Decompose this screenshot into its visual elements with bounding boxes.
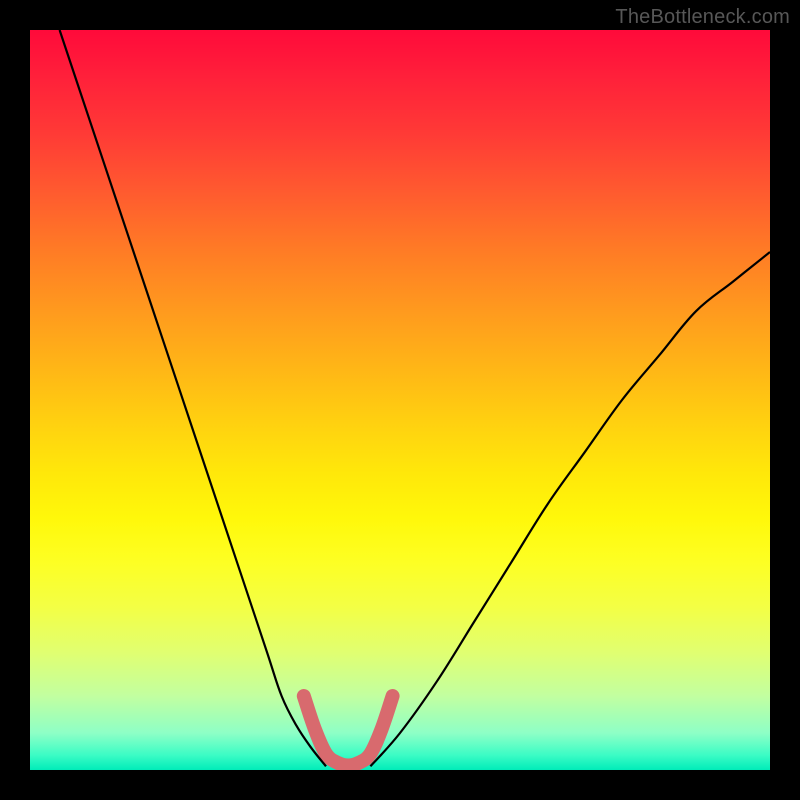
chart-stage: TheBottleneck.com — [0, 0, 800, 800]
curve-layer — [30, 30, 770, 770]
watermark-text: TheBottleneck.com — [615, 6, 790, 29]
curve-left-branch — [60, 30, 326, 766]
plot-area — [30, 30, 770, 770]
curve-right-branch — [370, 252, 770, 766]
